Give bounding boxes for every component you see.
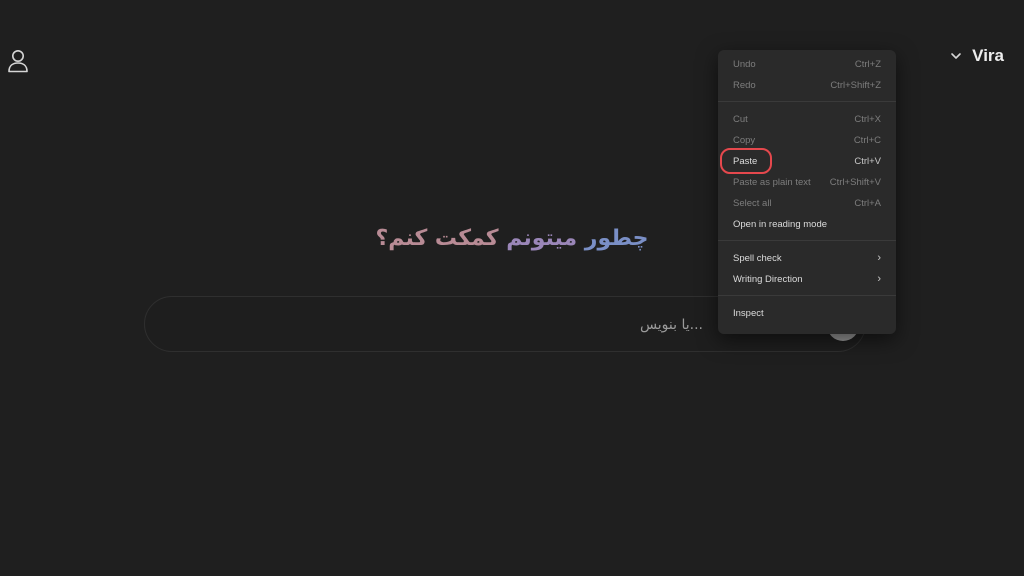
menu-item-label: Undo — [733, 58, 756, 70]
menu-item-shortcut: Ctrl+Z — [854, 58, 881, 70]
menu-item-shortcut: Ctrl+V — [854, 155, 881, 167]
menu-item-select-all[interactable]: Select all Ctrl+A — [718, 193, 896, 213]
menu-separator — [718, 295, 896, 296]
menu-item-label: Spell check — [733, 252, 782, 264]
message-input[interactable] — [165, 311, 705, 339]
headline-word-1: چطور — [584, 226, 649, 251]
chevron-down-icon — [951, 53, 961, 59]
menu-item-shortcut: Ctrl+C — [853, 134, 881, 146]
context-menu: Undo Ctrl+Z Redo Ctrl+Shift+Z Cut Ctrl+X… — [718, 50, 896, 334]
menu-item-paste[interactable]: Paste Ctrl+V — [718, 151, 896, 171]
menu-item-undo[interactable]: Undo Ctrl+Z — [718, 54, 896, 74]
menu-item-inspect[interactable]: Inspect — [718, 303, 896, 323]
menu-item-paste-plain[interactable]: Paste as plain text Ctrl+Shift+V — [718, 172, 896, 192]
menu-item-shortcut: Ctrl+Shift+V — [829, 176, 881, 188]
menu-item-label: Redo — [733, 79, 756, 91]
chevron-right-icon: › — [877, 252, 881, 264]
menu-item-label: Paste — [733, 155, 758, 167]
menu-item-shortcut: Ctrl+Shift+Z — [830, 79, 881, 91]
menu-item-label: Copy — [733, 134, 756, 146]
chevron-right-icon: › — [877, 273, 881, 285]
headline-word-2: میتونم — [506, 226, 578, 251]
menu-item-spell-check[interactable]: Spell check › — [718, 248, 896, 268]
menu-item-label: Writing Direction — [733, 273, 803, 285]
model-selector[interactable]: Vira — [950, 46, 1004, 66]
user-button[interactable] — [6, 48, 30, 74]
user-icon — [8, 50, 28, 73]
menu-separator — [718, 240, 896, 241]
brand-name: Vira — [972, 46, 1004, 65]
menu-item-label: Open in reading mode — [733, 218, 828, 230]
headline-word-3: کمکت کنم؟ — [375, 226, 499, 251]
menu-item-writing-direction[interactable]: Writing Direction › — [718, 269, 896, 289]
menu-item-copy[interactable]: Copy Ctrl+C — [718, 130, 896, 150]
menu-item-shortcut: Ctrl+A — [854, 197, 881, 209]
menu-item-label: Paste as plain text — [733, 176, 811, 188]
menu-item-cut[interactable]: Cut Ctrl+X — [718, 109, 896, 129]
menu-item-redo[interactable]: Redo Ctrl+Shift+Z — [718, 75, 896, 95]
menu-item-label: Select all — [733, 197, 772, 209]
menu-item-label: Inspect — [733, 307, 764, 319]
menu-item-label: Cut — [733, 113, 748, 125]
menu-item-reading-mode[interactable]: Open in reading mode — [718, 214, 896, 234]
menu-separator — [718, 101, 896, 102]
menu-item-shortcut: Ctrl+X — [854, 113, 881, 125]
